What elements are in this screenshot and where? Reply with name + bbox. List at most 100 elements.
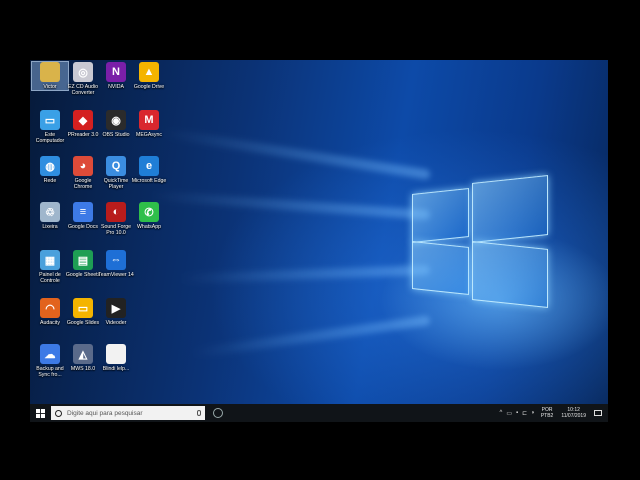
volume-icon[interactable]: ◗ — [531, 410, 535, 416]
desktop-icon-label: Google Slides — [66, 320, 100, 326]
desktop-icon[interactable]: ◉ OBS Studio — [98, 110, 134, 138]
desktop-icon[interactable]: ◎ EZ CD Audio Converter — [65, 62, 101, 96]
battery-icon[interactable]: ▪ — [516, 410, 518, 416]
desktop-icon-label: MEGAsync — [136, 132, 162, 138]
app-icon — [40, 62, 60, 82]
app-icon: ▭ — [73, 298, 93, 318]
desktop-icon[interactable]: Blindi lelp... — [98, 344, 134, 372]
app-icon: ≡ — [73, 202, 93, 222]
app-icon: ◕ — [73, 156, 93, 176]
desktop-icon-label: EZ CD Audio Converter — [68, 84, 98, 96]
system-tray: ^ ▭ ▪ ⊏ ◗ POR PTB2 10:12 11/07/2019 — [498, 404, 608, 422]
app-icon — [106, 344, 126, 364]
search-placeholder: Digite aqui para pesquisar — [67, 409, 143, 417]
desktop-icon[interactable]: ▦ Painel de Controle — [32, 250, 68, 284]
app-icon: ◭ — [73, 344, 93, 364]
wallpaper-beam — [150, 190, 431, 220]
language-indicator[interactable]: POR PTB2 — [541, 407, 554, 419]
desktop-icon[interactable]: ▭ Este Computador — [32, 110, 68, 144]
desktop-icon[interactable]: ≡ Google Docs — [65, 202, 101, 230]
desktop-icon-label: QuickTime Player — [103, 178, 129, 190]
app-icon: ◍ — [40, 156, 60, 176]
desktop-icon[interactable]: ♲ Lixeira — [32, 202, 68, 230]
desktop-icon[interactable]: ◠ Audacity — [32, 298, 68, 326]
keyboard-layout: PTB2 — [540, 413, 554, 419]
app-icon: ◉ — [106, 110, 126, 130]
search-box[interactable]: Digite aqui para pesquisar — [51, 406, 205, 420]
app-icon: ⇔ — [106, 250, 126, 270]
desktop-icon-label: Painel de Controle — [39, 272, 61, 284]
desktop-icon[interactable]: Victor — [31, 61, 69, 91]
desktop-icon-label: Blindi lelp... — [102, 366, 130, 372]
desktop-icon-label: WhatsApp — [137, 224, 161, 230]
cortana-icon — [55, 409, 62, 417]
action-center-icon[interactable] — [594, 410, 602, 416]
show-hidden-icons-icon[interactable]: ^ — [500, 410, 503, 416]
windows-icon — [35, 408, 45, 418]
desktop-icon-label: Audacity — [40, 320, 60, 326]
app-icon: ☁ — [40, 344, 60, 364]
desktop-icon-label: Rede — [43, 178, 57, 184]
desktop-icon-label: NVIDA — [108, 84, 124, 90]
desktop-icon[interactable]: ⇔ TeamViewer 14 — [98, 250, 134, 278]
app-icon: e — [139, 156, 159, 176]
app-icon: Q — [106, 156, 126, 176]
app-icon: M — [139, 110, 159, 130]
desktop-icon[interactable]: e Microsoft Edge — [131, 156, 167, 184]
desktop-icon[interactable]: ✆ WhatsApp — [131, 202, 167, 230]
desktop-icon[interactable]: ◐ Sound Forge Pro 10.0 — [98, 202, 134, 236]
desktop-icon-label: Este Computador — [35, 132, 65, 144]
desktop-icon-label: Videoder — [105, 320, 127, 326]
desktop-icon[interactable]: ◕ Google Chrome — [65, 156, 101, 190]
wallpaper-beam — [179, 265, 431, 284]
wifi-icon[interactable]: ⊏ — [522, 410, 527, 417]
clock[interactable]: 10:12 11/07/2019 — [561, 407, 586, 419]
start-button[interactable] — [30, 404, 50, 422]
taskbar: Digite aqui para pesquisar ^ ▭ ▪ ⊏ ◗ POR… — [30, 404, 608, 422]
desktop-icon[interactable]: ▶ Videoder — [98, 298, 134, 326]
desktop-icon-label: Google Docs — [68, 224, 98, 230]
wallpaper-beam — [162, 127, 431, 180]
app-icon: ▲ — [139, 62, 159, 82]
desktop-icon[interactable]: ▲ Google Drive — [131, 62, 167, 90]
app-icon: N — [106, 62, 126, 82]
network-drive-icon[interactable]: ▭ — [506, 410, 512, 417]
app-icon: ✆ — [139, 202, 159, 222]
app-icon: ▶ — [106, 298, 126, 318]
desktop-icon[interactable]: ◭ MWS 18.0 — [65, 344, 101, 372]
desktop-icon[interactable]: ▭ Google Slides — [65, 298, 101, 326]
app-icon: ◠ — [40, 298, 60, 318]
wallpaper-beam — [191, 315, 431, 359]
app-icon: ◆ — [73, 110, 93, 130]
desktop-icon-label: Victor — [43, 84, 57, 90]
clock-date: 11/07/2019 — [561, 413, 586, 419]
microphone-icon[interactable] — [197, 410, 201, 416]
desktop-icon[interactable]: N NVIDA — [98, 62, 134, 90]
desktop-icon-label: TeamViewer 14 — [98, 272, 134, 278]
desktop-icon[interactable]: ☁ Backup and Sync fro... — [32, 344, 68, 378]
desktop-icon[interactable]: Q QuickTime Player — [98, 156, 134, 190]
desktop-icon-label: Google Sheets — [65, 272, 101, 278]
app-icon: ▭ — [40, 110, 60, 130]
desktop[interactable]: Victor ◎ EZ CD Audio Converter N NVIDA ▲ Googl… — [30, 60, 608, 422]
desktop-icon-label: Google Drive — [133, 84, 165, 90]
app-icon: ◐ — [106, 202, 126, 222]
desktop-icon[interactable]: M MEGAsync — [131, 110, 167, 138]
desktop-icon[interactable]: ◆ PRreader 3.0 — [65, 110, 101, 138]
desktop-icon-label: MWS 18.0 — [70, 366, 96, 372]
desktop-icon-label: Backup and Sync fro... — [36, 366, 64, 378]
app-icon: ▦ — [40, 250, 60, 270]
desktop-icon-label: Sound Forge Pro 10.0 — [101, 224, 131, 236]
windows-wallpaper-logo — [412, 175, 548, 308]
task-view-icon[interactable] — [213, 408, 223, 418]
app-icon: ◎ — [73, 62, 93, 82]
desktop-icon-label: Google Chrome — [73, 178, 93, 190]
app-icon: ▤ — [73, 250, 93, 270]
desktop-icon-label: PRreader 3.0 — [67, 132, 99, 138]
desktop-icon-label: OBS Studio — [102, 132, 130, 138]
desktop-icon-label: Microsoft Edge — [131, 178, 167, 184]
desktop-icon-label: Lixeira — [42, 224, 58, 230]
app-icon: ♲ — [40, 202, 60, 222]
desktop-icon[interactable]: ◍ Rede — [32, 156, 68, 184]
desktop-icon[interactable]: ▤ Google Sheets — [65, 250, 101, 278]
